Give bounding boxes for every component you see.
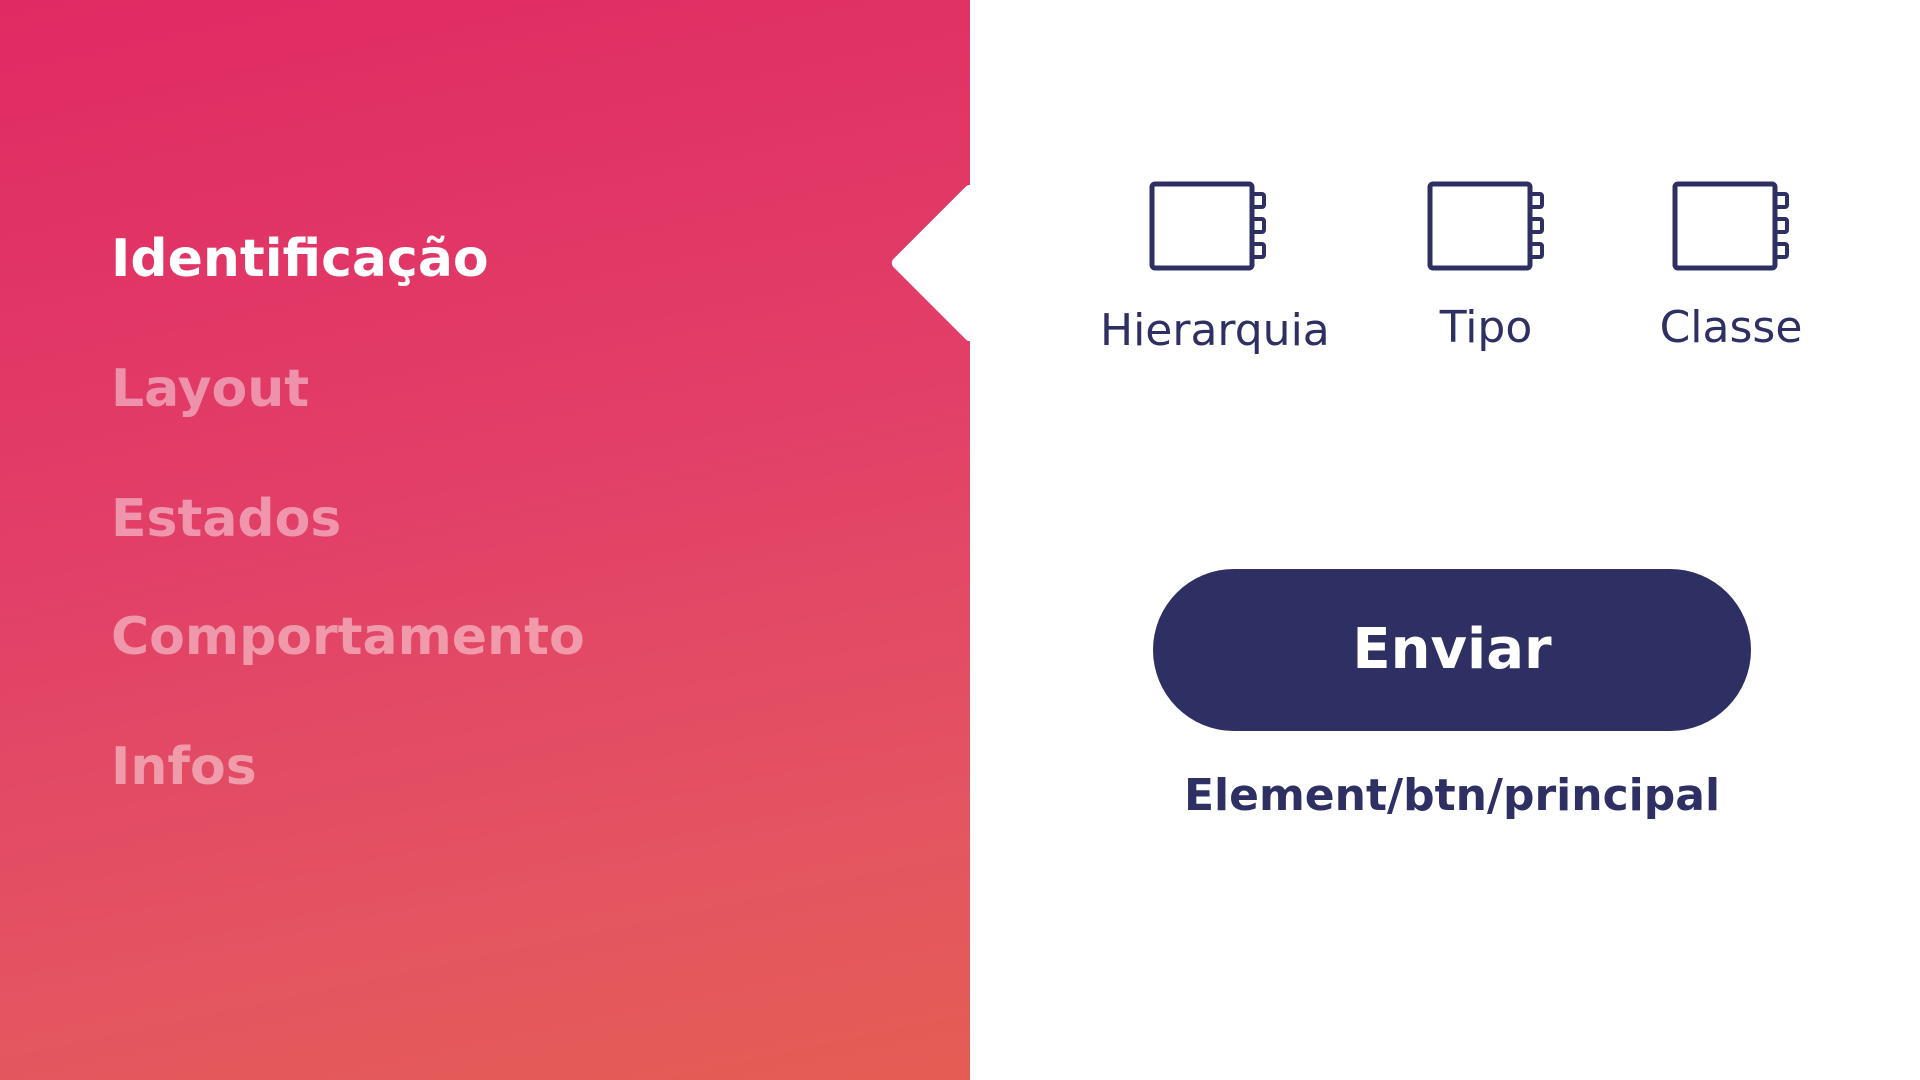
option-hierarquia[interactable]: Hierarquia — [1100, 180, 1330, 357]
option-label-hierarquia: Hierarquia — [1100, 305, 1330, 356]
sidebar: Identificação Layout Estados Comportamen… — [0, 0, 970, 1080]
notebook-icon — [1672, 181, 1789, 271]
notebook-icon — [1149, 181, 1266, 271]
page: Identificação Layout Estados Comportamen… — [0, 0, 1920, 1080]
send-button[interactable]: Enviar — [1153, 569, 1751, 731]
sidebar-item-infos[interactable]: Infos — [111, 737, 257, 797]
sidebar-item-identificacao[interactable]: Identificação — [111, 229, 489, 289]
notebook-icon — [1427, 181, 1544, 271]
option-label-classe: Classe — [1659, 302, 1803, 353]
component-path-label: Element/btn/principal — [1183, 770, 1721, 821]
option-tipo[interactable]: Tipo — [1406, 180, 1566, 354]
sidebar-item-estados[interactable]: Estados — [111, 489, 341, 549]
sidebar-item-comportamento[interactable]: Comportamento — [111, 607, 585, 667]
option-classe[interactable]: Classe — [1636, 180, 1826, 354]
option-label-tipo: Tipo — [1439, 302, 1533, 353]
sidebar-item-layout[interactable]: Layout — [111, 359, 309, 419]
